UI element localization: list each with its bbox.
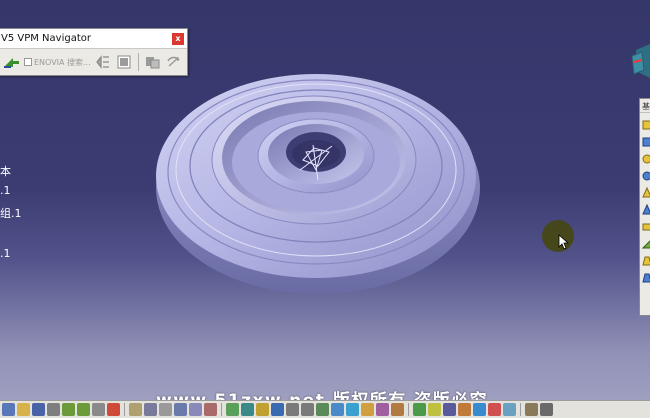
zoom-in-icon[interactable] [286,403,299,416]
spec-tree-item[interactable]: 本 [0,163,11,179]
formula-icon[interactable] [129,403,142,416]
vpm-navigator-title-bar[interactable]: V5 VPM Navigator x [0,29,187,49]
pan-icon[interactable] [256,403,269,416]
slot-icon[interactable] [642,219,650,233]
undo-icon[interactable] [62,403,75,416]
enovia-search-label: ENOVIA 搜索... [34,57,91,67]
toolbar-title: 基 [640,99,650,113]
shading-icon[interactable] [346,403,359,416]
select-icon[interactable] [2,403,15,416]
update-icon[interactable] [473,403,486,416]
grid-view-icon[interactable] [115,53,133,71]
save-icon[interactable] [32,403,45,416]
table-icon[interactable] [189,403,202,416]
enovia-search-checkbox[interactable] [24,58,32,66]
cut-icon[interactable] [92,403,105,416]
options-icon[interactable] [540,403,553,416]
spec-tree-item[interactable]: .1 [0,247,11,260]
vpm-navigator-title: V5 VPM Navigator [1,33,91,44]
sketch-icon[interactable] [458,403,471,416]
spec-tree-item[interactable]: .1 [0,184,11,197]
pad-icon[interactable] [642,117,650,131]
compass-icon[interactable] [630,44,650,80]
redo-icon[interactable] [77,403,90,416]
point-icon[interactable] [443,403,456,416]
tools-icon[interactable] [525,403,538,416]
groove-icon[interactable] [642,168,650,182]
remove-loft-icon[interactable] [642,270,650,284]
swap-visible-icon[interactable] [376,403,389,416]
material-icon[interactable] [391,403,404,416]
shaft-icon[interactable] [642,151,650,165]
folder-icon[interactable] [17,403,30,416]
loft-icon[interactable] [642,253,650,267]
comment-icon[interactable] [144,403,157,416]
fit-all-icon[interactable] [241,403,254,416]
stiffener-icon[interactable] [642,236,650,250]
pocket-icon[interactable] [642,134,650,148]
plane-icon[interactable] [428,403,441,416]
mouse-cursor-icon [558,234,570,250]
axis-icon[interactable] [413,403,426,416]
rotate-icon[interactable] [271,403,284,416]
measure-icon[interactable] [159,403,172,416]
enovia-search-option[interactable]: ENOVIA 搜索... [24,57,91,68]
normal-view-icon[interactable] [316,403,329,416]
tree-expand-icon[interactable] [94,53,112,71]
bottom-toolbar[interactable] [0,400,650,418]
hide-show-icon[interactable] [361,403,374,416]
catalog-icon[interactable] [204,403,217,416]
rib-icon[interactable] [642,202,650,216]
fly-mode-icon[interactable] [226,403,239,416]
send-to-icon[interactable] [144,53,162,71]
hole-icon[interactable] [642,185,650,199]
print-icon[interactable] [47,403,60,416]
spec-tree-item[interactable]: 组.1 [0,205,22,221]
grid-icon[interactable] [174,403,187,416]
analysis-icon[interactable] [503,403,516,416]
part-design-toolbar[interactable]: 基 [639,98,650,316]
iso-view-icon[interactable] [331,403,344,416]
help-icon[interactable] [107,403,120,416]
close-button[interactable]: x [172,33,184,45]
constraint-icon[interactable] [488,403,501,416]
enovia-arrow-icon[interactable] [3,53,21,71]
refresh-icon[interactable] [165,53,183,71]
vpm-navigator-toolbar[interactable]: V5 VPM Navigator x ENOVIA 搜索... [0,28,188,76]
zoom-out-icon[interactable] [301,403,314,416]
